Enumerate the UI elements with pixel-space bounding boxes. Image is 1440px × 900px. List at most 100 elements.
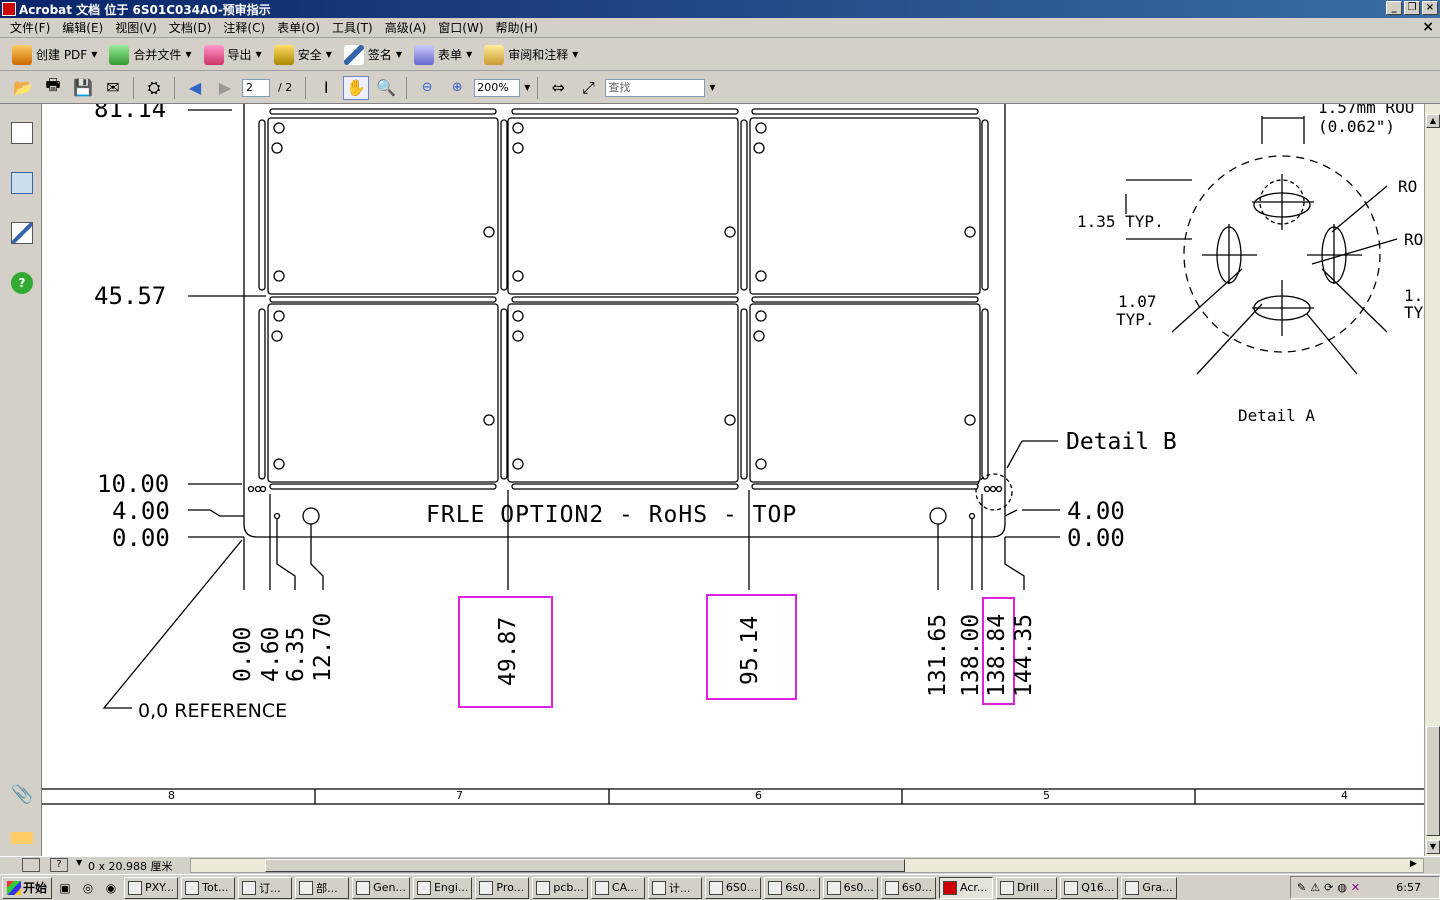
zone-number: 7 bbox=[456, 789, 463, 802]
taskbar-item[interactable]: Gen... bbox=[352, 876, 410, 899]
menu-document[interactable]: 文档(D) bbox=[163, 19, 218, 36]
taskbar-item[interactable]: 6s0... bbox=[822, 876, 878, 899]
zoom-tool-icon[interactable]: 🔍 bbox=[373, 76, 399, 100]
menu-tools[interactable]: 工具(T) bbox=[326, 19, 379, 36]
taskbar-item-label: 6S0... bbox=[725, 881, 758, 894]
app-icon bbox=[708, 880, 723, 895]
zone-number: 4 bbox=[1341, 789, 1348, 802]
taskbar-item[interactable]: Drill ... bbox=[996, 876, 1058, 899]
organizer-icon[interactable]: ⛭ bbox=[141, 76, 167, 100]
security-label: 安全 bbox=[297, 48, 322, 62]
help-icon[interactable]: ? bbox=[50, 858, 68, 872]
tray-sync-icon[interactable]: ⟳ bbox=[1324, 881, 1333, 894]
tray-color-icon[interactable]: ◍ bbox=[1337, 881, 1347, 894]
export-button[interactable]: 导出 ▼ bbox=[200, 42, 270, 68]
sign-button[interactable]: 签名 ▼ bbox=[340, 42, 410, 68]
app-icon bbox=[651, 880, 666, 895]
taskbar-item-label: 6s0... bbox=[901, 881, 933, 894]
restore-button[interactable]: ❐ bbox=[1404, 1, 1420, 15]
tray-close-icon[interactable]: ✕ bbox=[1351, 881, 1360, 894]
close-button[interactable]: × bbox=[1422, 1, 1438, 15]
taskbar-item[interactable]: CA... bbox=[590, 876, 645, 899]
help-icon[interactable]: ? bbox=[11, 272, 33, 294]
fit-width-icon[interactable]: ⇔ bbox=[545, 76, 571, 100]
zoom-in-icon[interactable]: ⊕ bbox=[444, 76, 470, 100]
menu-window[interactable]: 窗口(W) bbox=[432, 19, 489, 36]
taskbar-item[interactable]: 订... bbox=[238, 876, 293, 899]
menu-help[interactable]: 帮助(H) bbox=[490, 19, 544, 36]
separator bbox=[406, 76, 408, 99]
taskbar-item[interactable]: pcb... bbox=[532, 876, 588, 899]
dim-label-y-0-right: 0.00 bbox=[1067, 524, 1125, 552]
security-button[interactable]: 安全 ▼ bbox=[270, 42, 340, 68]
scroll-down-icon[interactable]: ▼ bbox=[1426, 840, 1440, 854]
taskbar-item[interactable]: 部... bbox=[295, 876, 350, 899]
document-view[interactable]: 81.14 45.57 10.00 4.00 0.00 4.00 0.00 FR… bbox=[42, 104, 1424, 856]
taskbar-item[interactable]: 计... bbox=[647, 876, 702, 899]
previous-page-icon[interactable]: ◀ bbox=[182, 76, 208, 100]
scroll-thumb[interactable] bbox=[1426, 726, 1440, 836]
email-icon[interactable]: ✉ bbox=[100, 76, 126, 100]
document-close-icon[interactable]: × bbox=[1422, 19, 1434, 35]
menu-file[interactable]: 文件(F) bbox=[4, 19, 56, 36]
taskbar-item-acrobat[interactable]: Acr... bbox=[939, 876, 994, 899]
layers-icon[interactable] bbox=[11, 832, 33, 844]
select-text-icon[interactable]: I bbox=[313, 76, 339, 100]
tray-network-icon[interactable]: ⚠ bbox=[1310, 881, 1320, 894]
vertical-scrollbar[interactable]: ▲ ▼ bbox=[1424, 104, 1440, 856]
menu-forms[interactable]: 表单(O) bbox=[271, 19, 326, 36]
horizontal-scrollbar[interactable] bbox=[190, 858, 1424, 873]
bookmarks-icon[interactable] bbox=[11, 172, 33, 194]
print-icon[interactable]: 🖶 bbox=[40, 75, 66, 100]
chevron-down-icon[interactable]: ▼ bbox=[709, 83, 715, 92]
taskbar-item[interactable]: 6s0... bbox=[764, 876, 820, 899]
tray-pen-icon[interactable]: ✎ bbox=[1297, 881, 1306, 894]
taskbar: 开始 ▣ ◎ ◉ PXY... Tot... 订... 部... Gen... … bbox=[0, 874, 1440, 900]
menu-comments[interactable]: 注释(C) bbox=[217, 19, 271, 36]
detail-a-note-radius: 1.57mm ROU bbox=[1318, 104, 1415, 117]
next-page-icon[interactable]: ▶ bbox=[212, 76, 238, 100]
open-icon[interactable]: 📂 bbox=[10, 76, 36, 100]
taskbar-item[interactable]: Pro... bbox=[475, 876, 530, 899]
zoom-out-icon[interactable]: ⊖ bbox=[414, 76, 440, 100]
scroll-up-icon[interactable]: ▲ bbox=[1426, 114, 1440, 128]
forms-button[interactable]: 表单 ▼ bbox=[410, 42, 480, 68]
show-desktop-icon[interactable]: ▣ bbox=[55, 878, 75, 898]
start-button[interactable]: 开始 bbox=[2, 876, 53, 899]
page-total: / 2 bbox=[278, 81, 293, 94]
pages-icon[interactable] bbox=[11, 122, 33, 144]
chevron-down-icon[interactable]: ▼ bbox=[76, 858, 82, 867]
taskbar-item[interactable]: PXY... bbox=[124, 876, 179, 899]
detail-a-note-ro2: RO bbox=[1404, 230, 1424, 249]
save-icon[interactable]: 💾 bbox=[70, 76, 96, 100]
create-pdf-button[interactable]: 创建 PDF ▼ bbox=[8, 42, 105, 68]
minimize-button[interactable]: _ bbox=[1386, 1, 1402, 15]
chevron-down-icon[interactable]: ▼ bbox=[524, 83, 530, 92]
browser-icon[interactable]: ◉ bbox=[101, 878, 121, 898]
taskbar-item[interactable]: Q16... bbox=[1060, 876, 1119, 899]
find-input[interactable]: 查找 bbox=[605, 78, 706, 97]
fit-page-icon[interactable]: ⤢ bbox=[575, 76, 601, 100]
outlook-icon[interactable]: ◎ bbox=[78, 878, 98, 898]
review-comment-button[interactable]: 审阅和注释 ▼ bbox=[480, 42, 586, 68]
menu-edit[interactable]: 编辑(E) bbox=[56, 19, 109, 36]
hand-tool-icon[interactable]: ✋ bbox=[343, 75, 370, 100]
attachments-icon[interactable]: 📎 bbox=[11, 784, 33, 806]
lock-icon bbox=[273, 44, 294, 65]
horizontal-scroll-thumb[interactable] bbox=[265, 859, 905, 872]
menu-view[interactable]: 视图(V) bbox=[109, 19, 163, 36]
page-number-input[interactable]: 2 bbox=[242, 78, 270, 97]
scroll-right-icon[interactable]: ▶ bbox=[1410, 859, 1417, 869]
taskbar-item[interactable]: 6s0... bbox=[880, 876, 937, 899]
keyboard-icon[interactable] bbox=[22, 858, 40, 872]
menu-advanced[interactable]: 高级(A) bbox=[379, 19, 433, 36]
signatures-icon[interactable] bbox=[11, 222, 33, 244]
taskbar-item[interactable]: 6S0... bbox=[704, 876, 762, 899]
combine-files-button[interactable]: 合并文件 ▼ bbox=[105, 42, 199, 68]
taskbar-item[interactable]: Tot... bbox=[181, 876, 236, 899]
separator bbox=[305, 76, 307, 99]
zoom-level-input[interactable]: 200% bbox=[474, 78, 521, 97]
taskbar-item[interactable]: Gra... bbox=[1121, 876, 1177, 899]
create-pdf-label: 创建 PDF bbox=[36, 48, 88, 62]
taskbar-item[interactable]: Engi... bbox=[412, 876, 473, 899]
